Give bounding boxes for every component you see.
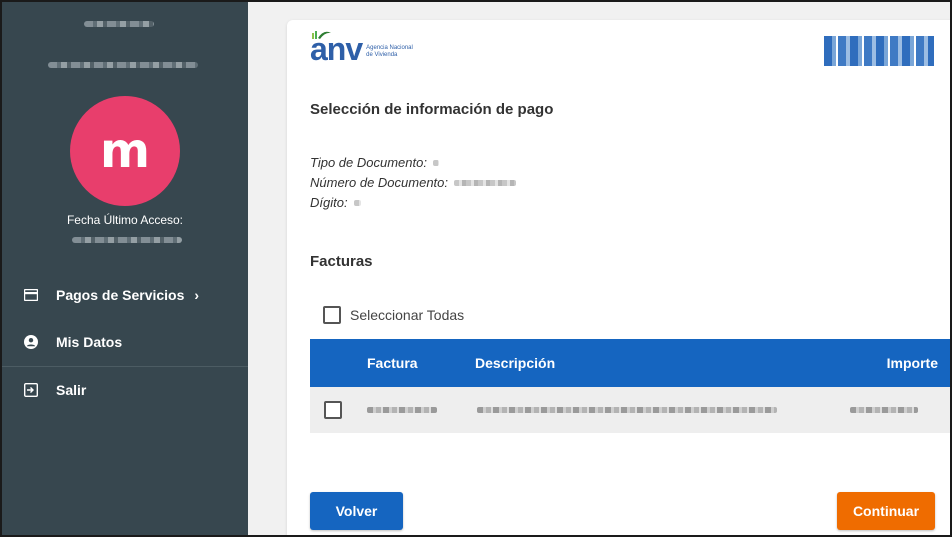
avatar[interactable]: m [70, 96, 180, 206]
document-type-row: Tipo de Documento: [310, 153, 516, 173]
user-email-redacted [48, 62, 198, 68]
payment-card: anv Agencia Nacional de Vivienda Selecci… [287, 20, 950, 535]
logout-icon [24, 383, 38, 397]
document-info: Tipo de Documento: Número de Documento: … [310, 153, 517, 213]
importe-cell-redacted [850, 407, 918, 413]
sidebar: m Fecha Último Acceso: Pagos de Servicio… [2, 2, 248, 535]
logo-text: anv [310, 31, 363, 67]
invoices-table: Factura Descripción Importe [310, 339, 950, 433]
account-circle-icon [24, 335, 38, 349]
column-header-importe: Importe [886, 355, 938, 371]
table-row[interactable] [310, 387, 950, 433]
last-access-date-redacted [72, 237, 182, 243]
credit-card-icon [24, 288, 38, 302]
logo-subtitle: Agencia Nacional de Vivienda [366, 45, 413, 59]
document-number-row: Número de Documento: [310, 173, 517, 193]
select-all-label: Seleccionar Todas [350, 307, 465, 323]
anv-logo: anv Agencia Nacional de Vivienda [310, 31, 413, 67]
document-type-label: Tipo de Documento: [310, 155, 427, 170]
digit-label: Dígito: [310, 195, 348, 210]
facturas-title: Facturas [310, 253, 373, 270]
sidebar-item-mis-datos[interactable]: Mis Datos [2, 318, 248, 367]
chevron-right-icon: › [194, 287, 200, 303]
document-type-value-redacted [432, 160, 439, 166]
table-header: Factura Descripción Importe [310, 339, 950, 387]
factura-cell-redacted [367, 407, 437, 413]
sidebar-item-pagos-de-servicios[interactable]: Pagos de Servicios › [2, 272, 248, 318]
sidebar-item-label: Mis Datos [56, 334, 123, 350]
column-header-factura: Factura [367, 355, 418, 371]
continue-button[interactable]: Continuar [837, 492, 935, 530]
last-access: Fecha Último Acceso: [2, 213, 248, 227]
user-name-redacted [84, 21, 154, 27]
column-header-descripcion: Descripción [475, 355, 556, 371]
digit-row: Dígito: [310, 193, 516, 213]
back-button[interactable]: Volver [310, 492, 403, 530]
page-title: Selección de información de pago [310, 101, 554, 118]
sidebar-item-label: Pagos de Servicios [56, 287, 185, 303]
row-checkbox[interactable] [324, 401, 342, 419]
document-number-value-redacted [454, 180, 517, 186]
sidebar-item-salir[interactable]: Salir [2, 367, 248, 413]
logo-subtitle-line-2: de Vivienda [366, 52, 398, 58]
select-all-checkbox[interactable]: Seleccionar Todas [323, 306, 464, 324]
document-number-label: Número de Documento: [310, 175, 449, 190]
sidebar-item-label: Salir [56, 382, 87, 398]
descripcion-cell-redacted [477, 407, 777, 413]
avatar-letter: m [99, 123, 150, 179]
last-access-label: Fecha Último Acceso: [66, 213, 184, 227]
checkbox[interactable] [323, 306, 341, 324]
partner-logo-redacted [824, 36, 934, 66]
logo-subtitle-line-1: Agencia Nacional [366, 45, 413, 51]
app-window: m Fecha Último Acceso: Pagos de Servicio… [0, 0, 952, 537]
leaf-icon [312, 31, 331, 39]
digit-value-redacted [353, 200, 361, 206]
sidebar-nav: Pagos de Servicios › Mis Datos Salir [2, 272, 248, 413]
